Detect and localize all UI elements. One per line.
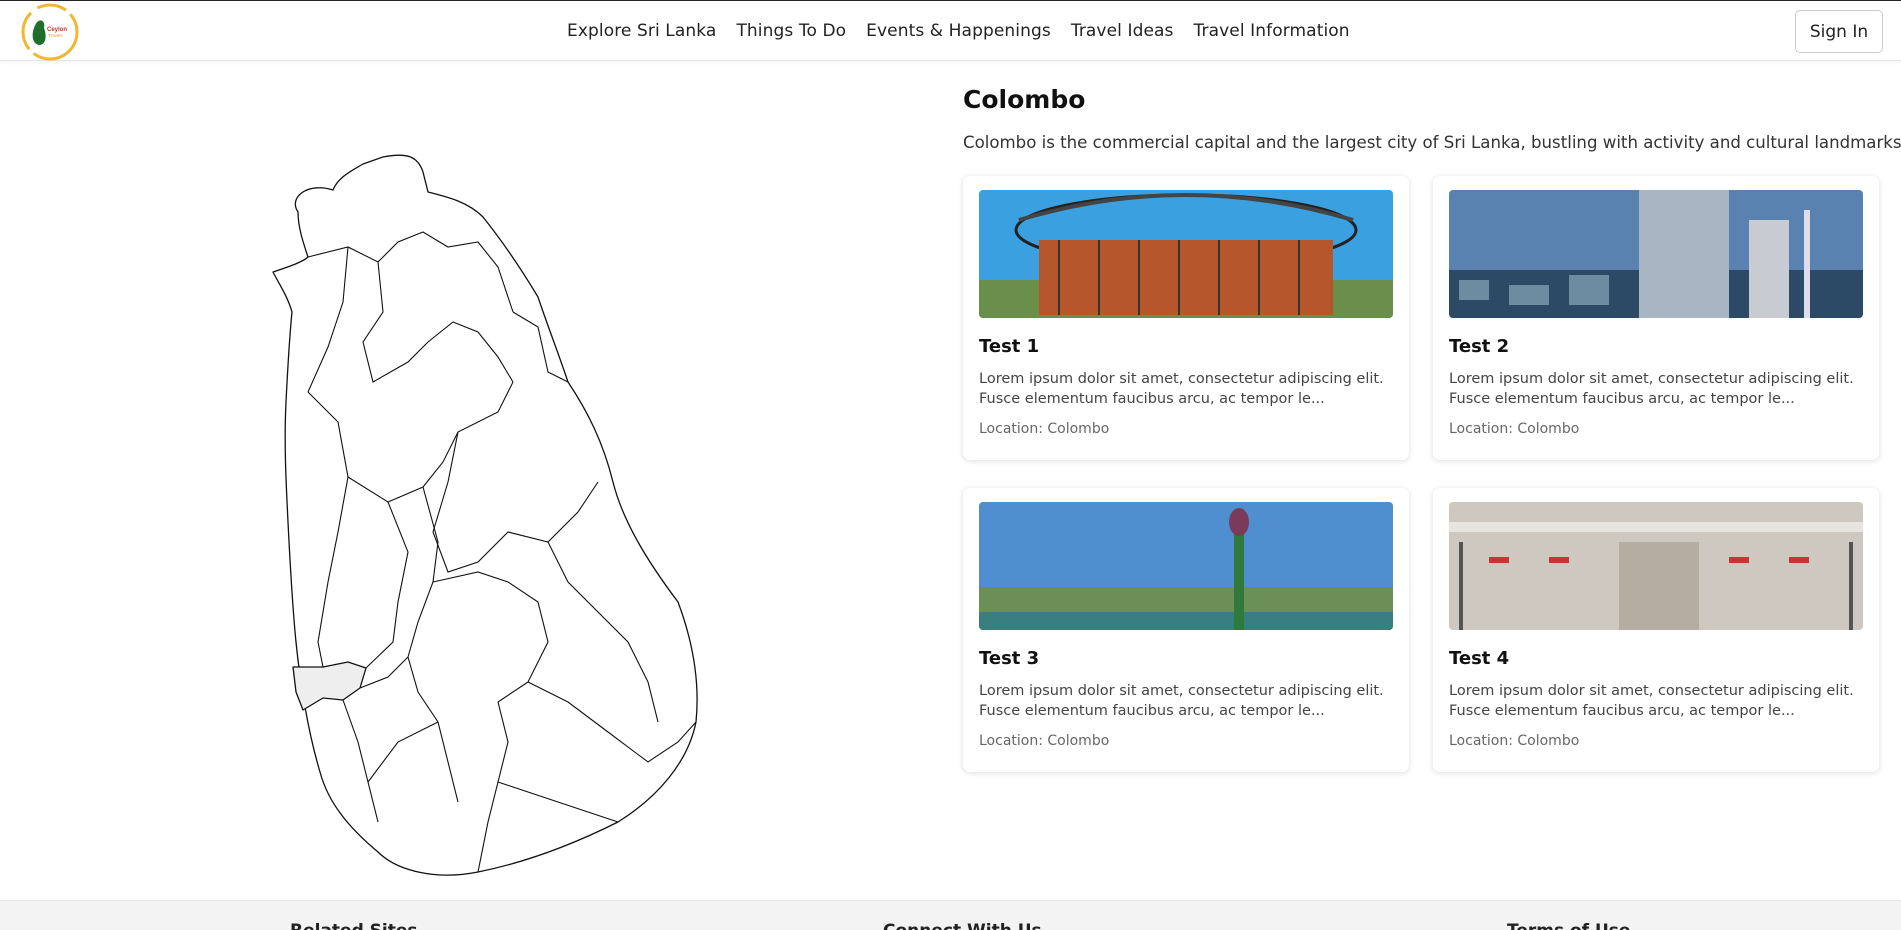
card-description: Lorem ipsum dolor sit amet, consectetur … (1449, 683, 1854, 719)
main-nav: Explore Sri Lanka Things To Do Events & … (567, 21, 1370, 41)
card-location: Location: Colombo (979, 733, 1110, 749)
skyline-image (1449, 190, 1863, 318)
island-outline (272, 154, 698, 876)
site-logo[interactable]: Ceylon Travels (20, 2, 80, 62)
page-description: Colombo is the commercial capital and th… (963, 133, 1901, 152)
card-image[interactable] (979, 502, 1393, 630)
nav-things-to-do[interactable]: Things To Do (736, 21, 846, 41)
attraction-card[interactable]: Test 3 Lorem ipsum dolor sit amet, conse… (963, 488, 1409, 772)
site-footer: Related Sites Connect With Us Terms of U… (0, 900, 1901, 930)
card-image[interactable] (1449, 190, 1863, 318)
card-image[interactable] (1449, 502, 1863, 630)
sign-in-button[interactable]: Sign In (1795, 10, 1883, 53)
nav-travel-ideas[interactable]: Travel Ideas (1071, 21, 1174, 41)
card-location: Location: Colombo (979, 421, 1110, 437)
card-description: Lorem ipsum dolor sit amet, consectetur … (1449, 371, 1854, 407)
card-title[interactable]: Test 4 (1449, 648, 1509, 669)
card-location: Location: Colombo (1449, 421, 1580, 437)
footer-connect[interactable]: Connect With Us (883, 921, 1042, 930)
attraction-card[interactable]: Test 2 Lorem ipsum dolor sit amet, conse… (1433, 176, 1879, 460)
card-description: Lorem ipsum dolor sit amet, consectetur … (979, 371, 1384, 407)
lotus-dome-image (979, 190, 1393, 318)
nav-explore-sri-lanka[interactable]: Explore Sri Lanka (567, 21, 716, 41)
card-location: Location: Colombo (1449, 733, 1580, 749)
card-description: Lorem ipsum dolor sit amet, consectetur … (979, 683, 1384, 719)
nav-travel-information[interactable]: Travel Information (1194, 21, 1350, 41)
footer-terms[interactable]: Terms of Use (1507, 921, 1630, 930)
footer-related-sites[interactable]: Related Sites (290, 921, 418, 930)
card-title[interactable]: Test 3 (979, 648, 1039, 669)
site-header: Ceylon Travels Explore Sri Lanka Things … (0, 1, 1901, 61)
card-title[interactable]: Test 1 (979, 336, 1039, 357)
mall-image (1449, 502, 1863, 630)
attraction-card[interactable]: Test 1 Lorem ipsum dolor sit amet, conse… (963, 176, 1409, 460)
nav-events-happenings[interactable]: Events & Happenings (866, 21, 1051, 41)
lotus-tower-image (979, 502, 1393, 630)
card-title[interactable]: Test 2 (1449, 336, 1509, 357)
logo-subtext: Travels (48, 33, 63, 38)
sri-lanka-map[interactable] (248, 82, 708, 880)
attraction-card[interactable]: Test 4 Lorem ipsum dolor sit amet, conse… (1433, 488, 1879, 772)
page-title: Colombo (963, 85, 1086, 114)
card-image[interactable] (979, 190, 1393, 318)
logo-icon: Ceylon Travels (21, 3, 79, 61)
